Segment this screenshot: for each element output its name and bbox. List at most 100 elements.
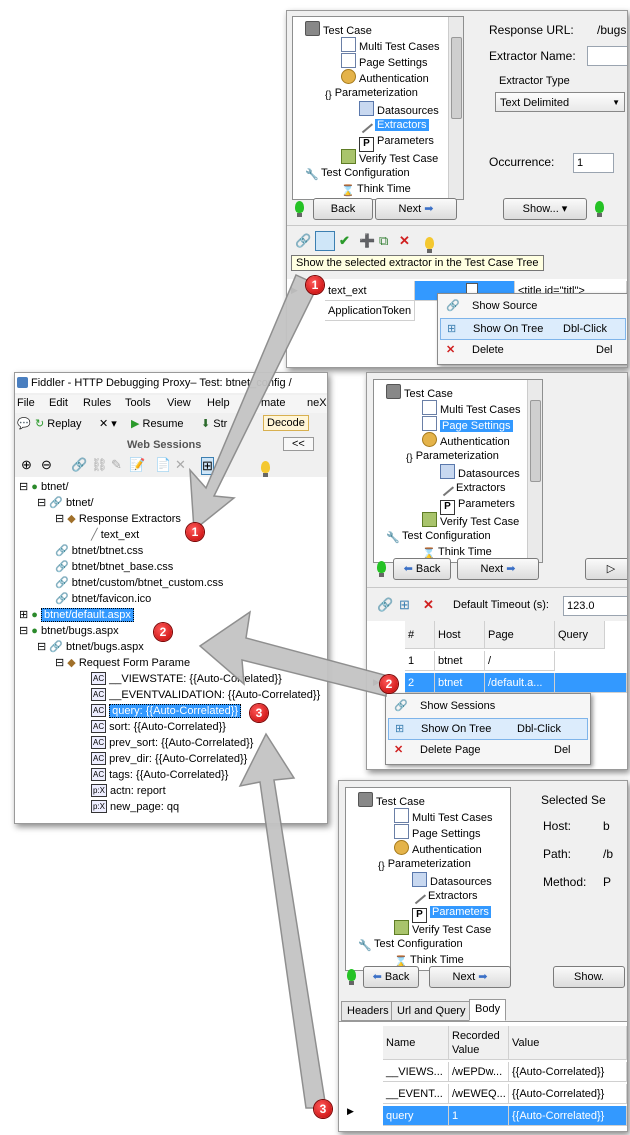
link-icon[interactable]: 🔗 (377, 597, 393, 613)
menu-tools[interactable]: Tools (125, 397, 151, 409)
tree-item-test-configuration[interactable]: 🔧 Test Configuration (386, 528, 491, 544)
tree-item-test-case[interactable]: Test Case (386, 384, 453, 400)
menu-item-delete-page[interactable]: ✕ Delete Page Del (388, 740, 588, 760)
tree-item-verify-test-case[interactable]: Verify Test Case (422, 512, 519, 528)
form-param-item[interactable]: AC sort: {{Auto-Correlated}} (91, 719, 226, 735)
resume-button[interactable]: ▶ Resume (131, 417, 184, 430)
tree-item-verify-test-case[interactable]: Verify Test Case (341, 149, 438, 165)
form-param-item[interactable]: AC __EVENTVALIDATION: {{Auto-Correlated}} (91, 687, 320, 703)
page-row-page[interactable]: / (485, 651, 555, 671)
show-on-tree-icon[interactable] (315, 231, 335, 251)
back-button[interactable]: Back (313, 198, 373, 220)
tree-scrollbar[interactable] (448, 17, 463, 199)
unlink-icon[interactable]: ⛓ (91, 457, 108, 473)
tree-item-authentication[interactable]: Authentication (422, 432, 510, 448)
tree-node-response-extractors[interactable]: ⊟ ◆ Response Extractors (55, 511, 181, 527)
column-header-page[interactable]: Page (485, 621, 555, 649)
delete-icon[interactable]: ✕ (423, 597, 434, 613)
comment-icon[interactable]: 💬 (17, 417, 31, 430)
tree-item-datasources[interactable]: Datasources (412, 872, 492, 888)
decode-button[interactable]: Decode (263, 415, 309, 431)
menu-item-show-on-tree[interactable]: ⊞ Show On Tree Dbl-Click (440, 318, 626, 340)
form-param-item[interactable]: AC __VIEWSTATE: {{Auto-Correlated}} (91, 671, 282, 687)
menu-item-delete[interactable]: ✕ Delete Del (440, 340, 626, 360)
menu-help[interactable]: Help (207, 397, 230, 409)
notes-icon[interactable]: 📝 (129, 457, 145, 473)
body-row-name[interactable]: __EVENT... (383, 1084, 449, 1104)
page-row-host[interactable]: btnet (435, 651, 485, 671)
form-param-item[interactable]: AC query: {{Auto-Correlated}} (91, 703, 242, 719)
tree-item-parameterization[interactable]: {} Parameterization (325, 85, 418, 101)
tree-item-multi-test-cases[interactable]: Multi Test Cases (422, 400, 521, 416)
menu-edit[interactable]: Edit (49, 397, 68, 409)
tree-item-verify-test-case[interactable]: Verify Test Case (394, 920, 491, 936)
expand-icon[interactable]: ⊕ (21, 457, 32, 473)
show-button[interactable]: Show... ▾ (503, 198, 587, 220)
tree-item-multi-test-cases[interactable]: Multi Test Cases (341, 37, 440, 53)
tree-node-btnet-page[interactable]: ⊟ 🔗 btnet/ (37, 495, 94, 511)
body-row-recorded[interactable]: /wEWEQ... (449, 1084, 509, 1104)
body-row-value[interactable]: {{Auto-Correlated}} (509, 1106, 627, 1126)
column-header-recorded-value[interactable]: Recorded Value (449, 1026, 509, 1060)
page-row-num[interactable]: 2 (405, 673, 435, 693)
page-row-num[interactable]: 1 (405, 651, 435, 671)
collapse-button[interactable]: << (283, 437, 314, 451)
next-button[interactable]: Next ➡ (457, 558, 539, 580)
extractor-name-cell[interactable]: text_ext (325, 281, 415, 301)
column-header-name[interactable]: Name (383, 1026, 449, 1060)
back-button[interactable]: ⬅ Back (393, 558, 451, 580)
tree-node-btnet-base-css[interactable]: 🔗 btnet/btnet_base.css (55, 559, 173, 575)
tree-item-test-case[interactable]: Test Case (305, 21, 372, 37)
delete-icon[interactable]: ✕ (175, 457, 186, 473)
extractor-type-select[interactable]: Text Delimited (495, 92, 625, 113)
tree-item-parameters[interactable]: P Parameters (359, 133, 434, 152)
tree-node-btnet[interactable]: ⊟ ● btnet/ (19, 479, 69, 495)
body-row-recorded[interactable]: 1 (449, 1106, 509, 1126)
next-button[interactable]: Next ➡ (375, 198, 457, 220)
menu-item-show-on-tree[interactable]: ⊞ Show On Tree Dbl-Click (388, 718, 588, 740)
tree-node-bugs-aspx[interactable]: ⊟ ● btnet/bugs.aspx (19, 623, 119, 639)
tree-node-bugs-aspx-page[interactable]: ⊟ 🔗 btnet/bugs.aspx (37, 639, 144, 655)
form-param-item[interactable]: AC prev_dir: {{Auto-Correlated}} (91, 751, 247, 767)
tree-item-test-configuration[interactable]: 🔧 Test Configuration (305, 165, 410, 181)
menu-item-show-sessions[interactable]: 🔗 Show Sessions (388, 696, 588, 716)
show-on-tree-icon[interactable]: ⊞ (201, 457, 214, 475)
delete-icon[interactable]: ✕ (399, 233, 410, 249)
show-button[interactable]: Show. (553, 966, 625, 988)
tree-item-authentication[interactable]: Authentication (394, 840, 482, 856)
tree-item-page-settings[interactable]: Page Settings (422, 416, 513, 432)
column-header-host[interactable]: Host (435, 621, 485, 649)
tree-item-page-settings[interactable]: Page Settings (394, 824, 481, 840)
form-param-item[interactable]: p:X actn: report (91, 783, 166, 799)
tree-item-extractors[interactable]: Extractors (410, 888, 478, 905)
collapse-icon[interactable]: ⊖ (41, 457, 52, 473)
tree-node-btnet-custom-css[interactable]: 🔗 btnet/custom/btnet_custom.css (55, 575, 223, 591)
body-row-name[interactable]: __VIEWS... (383, 1062, 449, 1082)
tree-node-default-aspx[interactable]: ⊞ ● btnet/default.aspx (19, 607, 134, 623)
next-button[interactable]: Next ➡ (429, 966, 511, 988)
extractor-name-cell[interactable]: ApplicationToken (325, 301, 415, 321)
tree-item-datasources[interactable]: Datasources (440, 464, 520, 480)
back-button[interactable]: ⬅ Back (363, 966, 419, 988)
tree-item-extractors[interactable]: Extractors (357, 117, 429, 134)
body-row-value[interactable]: {{Auto-Correlated}} (509, 1062, 627, 1082)
show-on-tree-icon[interactable]: ⊞ (399, 597, 410, 613)
tree-node-request-form-params[interactable]: ⊟ ◆ Request Form Parame (55, 655, 190, 671)
column-header-value[interactable]: Value (509, 1026, 627, 1060)
tab-headers[interactable]: Headers (341, 1001, 395, 1021)
stream-button[interactable]: ⬇ Str (201, 417, 227, 430)
tree-item-test-configuration[interactable]: 🔧 Test Configuration (358, 936, 463, 952)
page-row-query[interactable] (555, 673, 627, 693)
column-header-query[interactable]: Query (555, 621, 605, 649)
tree-item-page-settings[interactable]: Page Settings (341, 53, 428, 69)
occurrence-stepper[interactable]: 1 (573, 153, 614, 173)
tree-item-parameterization[interactable]: {} Parameterization (378, 856, 471, 872)
default-timeout-input[interactable]: 123.0 (563, 596, 627, 616)
replay-button[interactable]: ↻ Replay (35, 417, 82, 430)
show-button[interactable]: ▷ (585, 558, 627, 580)
tree-item-authentication[interactable]: Authentication (341, 69, 429, 85)
tree-item-parameters[interactable]: P Parameters (412, 904, 491, 923)
menu-automate[interactable]: mate (261, 397, 285, 409)
tree-scrollbar[interactable] (527, 380, 542, 562)
tab-body[interactable]: Body (469, 999, 507, 1021)
